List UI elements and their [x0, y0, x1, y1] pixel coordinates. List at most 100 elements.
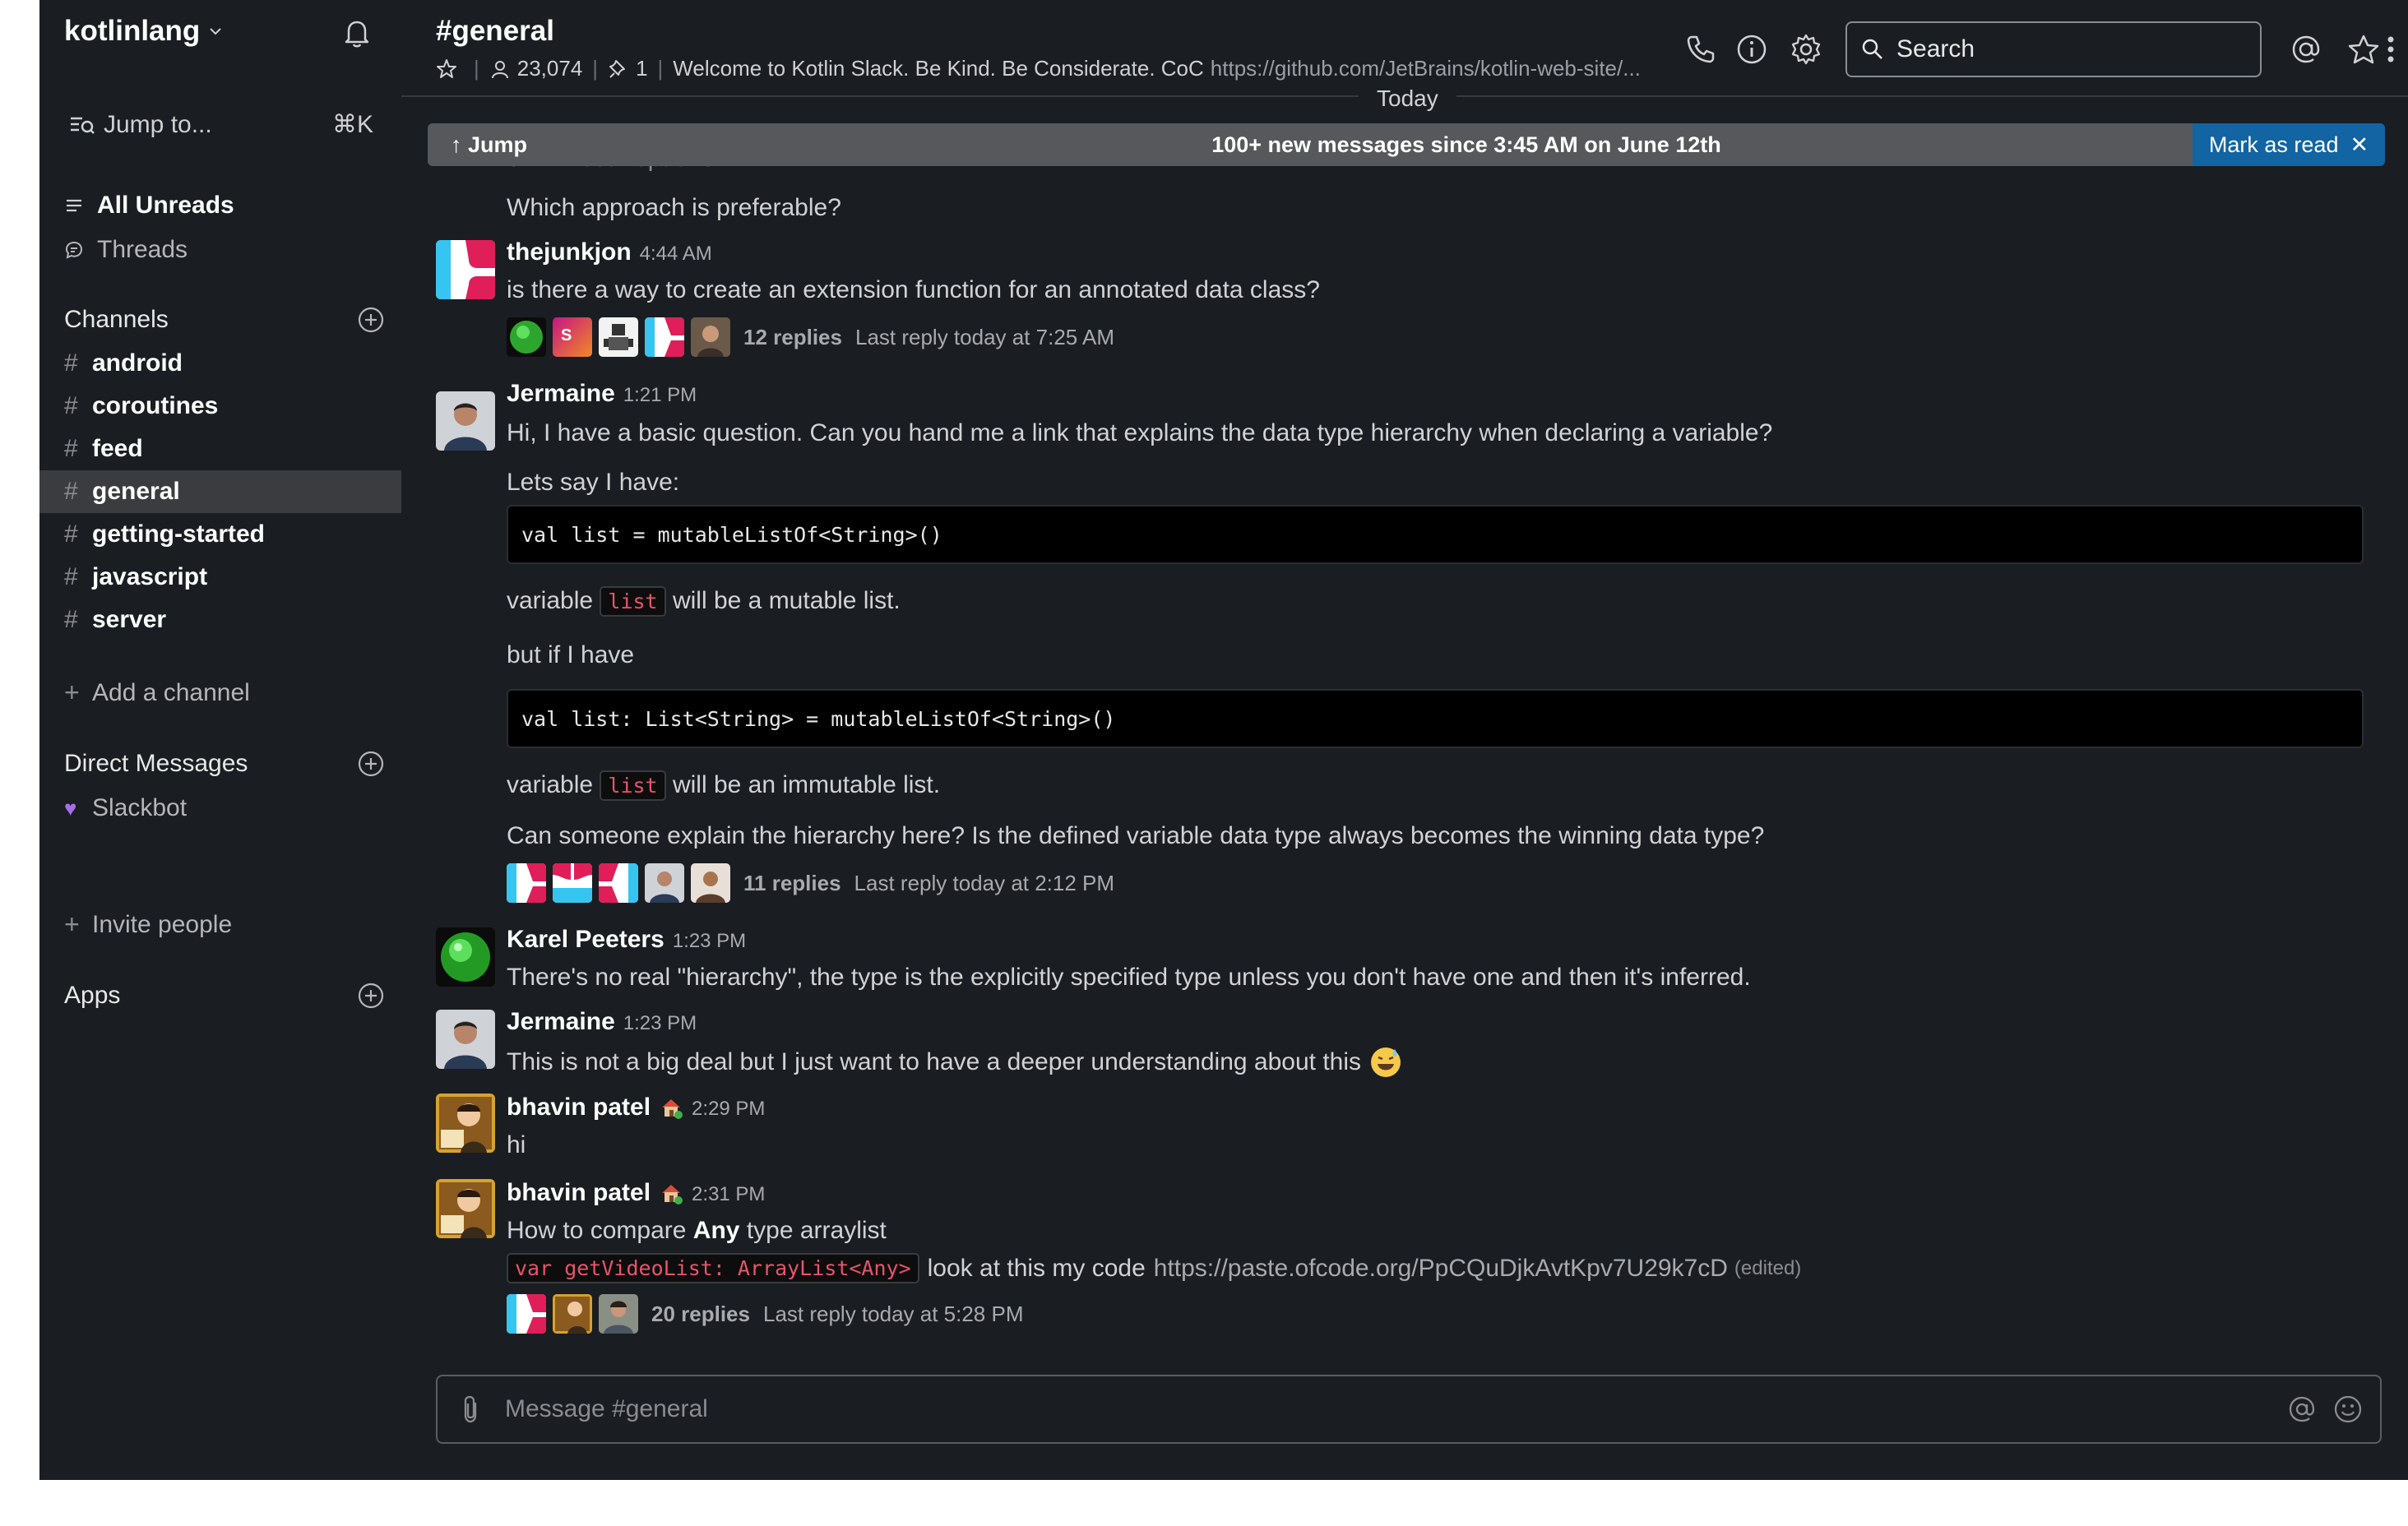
gear-icon[interactable] — [1790, 33, 1822, 66]
add-channel-plus-icon[interactable] — [357, 306, 385, 334]
info-icon[interactable] — [1735, 33, 1768, 66]
invite-people-button[interactable]: + Invite people — [64, 909, 232, 940]
channels-heading-label: Channels — [64, 306, 169, 333]
reply-avatar — [691, 317, 730, 357]
heart-icon: ♥ — [64, 795, 77, 821]
house-status-icon[interactable] — [659, 1181, 683, 1205]
all-unreads-item[interactable]: All Unreads — [64, 186, 393, 225]
reply-avatar — [599, 1294, 638, 1334]
jump-to-label: Jump to... — [104, 110, 212, 138]
jump-to-button[interactable]: Jump to... ⌘K — [69, 110, 373, 139]
message-text: variable list will be an immutable list. — [507, 770, 940, 801]
message-header: Jermaine 1:23 PM — [507, 1008, 697, 1036]
pin-count[interactable]: 1 — [636, 56, 647, 81]
message-time[interactable]: 2:31 PM — [692, 1183, 765, 1206]
reply-avatar — [553, 1294, 592, 1334]
direct-messages-heading[interactable]: Direct Messages — [64, 750, 385, 778]
message-text: Hi, I have a basic question. Can you han… — [507, 419, 1773, 446]
thread-summary[interactable]: 20 replies Last reply today at 5:28 PM — [507, 1294, 1024, 1334]
message-time[interactable]: 1:21 PM — [623, 384, 697, 407]
search-input[interactable]: Search — [1845, 21, 2262, 77]
inline-code: list — [600, 586, 666, 617]
channel-android[interactable]: # android — [39, 342, 401, 385]
mention-at-icon[interactable] — [2286, 1394, 2318, 1425]
channel-label: getting-started — [92, 520, 265, 548]
author-name[interactable]: Jermaine — [507, 1008, 615, 1036]
threads-item[interactable]: Threads — [64, 230, 393, 270]
apps-heading[interactable]: Apps — [64, 982, 385, 1010]
reply-count[interactable]: 11 replies — [743, 871, 841, 896]
channel-server[interactable]: # server — [39, 599, 401, 641]
message-list[interactable]: 3. Mix both options? Which approach is p… — [401, 0, 2408, 1365]
message-time[interactable]: 1:23 PM — [673, 930, 746, 953]
avatar[interactable] — [436, 1179, 495, 1238]
channel-pane: 3. Mix both options? Which approach is p… — [401, 0, 2408, 1480]
mentions-at-icon[interactable] — [2290, 33, 2322, 66]
reply-avatar — [599, 317, 638, 357]
all-unreads-label: All Unreads — [97, 192, 234, 219]
avatar[interactable] — [436, 1010, 495, 1069]
message-time[interactable]: 4:44 AM — [640, 243, 712, 266]
hash-icon: # — [64, 478, 78, 505]
message-header: bhavin patel 2:29 PM — [507, 1094, 765, 1121]
bell-icon[interactable] — [339, 15, 375, 51]
thread-summary[interactable]: S 12 replies Last reply today at 7:25 AM — [507, 317, 1114, 357]
channel-title[interactable]: #general — [436, 15, 554, 48]
message-time[interactable]: 1:23 PM — [623, 1012, 697, 1035]
paperclip-icon[interactable] — [456, 1394, 485, 1424]
house-status-icon[interactable] — [659, 1095, 683, 1120]
reply-count[interactable]: 12 replies — [743, 325, 842, 350]
author-name[interactable]: bhavin patel — [507, 1094, 651, 1121]
separator: | — [474, 56, 479, 81]
channels-heading[interactable]: Channels — [64, 306, 385, 334]
channel-javascript[interactable]: # javascript — [39, 556, 401, 599]
new-messages-text[interactable]: 100+ new messages since 3:45 AM on June … — [740, 132, 2193, 158]
message-text: Which approach is preferable? — [507, 194, 841, 221]
hash-icon: # — [64, 349, 78, 377]
add-dm-plus-icon[interactable] — [357, 750, 385, 778]
member-count[interactable]: 23,074 — [517, 56, 583, 81]
jump-shortcut: ⌘K — [331, 111, 373, 138]
workspace-switcher[interactable]: kotlinlang — [64, 15, 223, 48]
message-composer[interactable]: Message #general — [436, 1375, 2382, 1444]
channel-meta: | 23,074 | 1 | Welcome to Kotlin Slack. … — [436, 56, 1641, 81]
avatar[interactable] — [436, 391, 495, 451]
jump-button[interactable]: ↑ Jump — [428, 132, 740, 158]
phone-icon[interactable] — [1684, 33, 1717, 66]
message-time[interactable]: 2:29 PM — [692, 1098, 765, 1121]
channel-label: coroutines — [92, 392, 219, 419]
thread-summary[interactable]: 11 replies Last reply today at 2:12 PM — [507, 863, 1114, 903]
reply-avatar: S — [553, 317, 592, 357]
emoji-icon[interactable] — [2332, 1394, 2364, 1425]
lines-icon — [67, 199, 81, 212]
topic-link[interactable]: https://github.com/JetBrains/kotlin-web-… — [1211, 56, 1641, 81]
add-channel-button[interactable]: + Add a channel — [64, 677, 250, 708]
star-icon[interactable] — [436, 58, 457, 80]
author-name[interactable]: Karel Peeters — [507, 926, 665, 954]
add-app-plus-icon[interactable] — [357, 982, 385, 1010]
star-icon[interactable] — [2347, 33, 2380, 66]
paste-link[interactable]: https://paste.ofcode.org/PpCQuDjkAvtKpv7… — [1154, 1255, 1728, 1283]
sweat-smile-emoji-icon — [1371, 1047, 1401, 1077]
author-name[interactable]: bhavin patel — [507, 1179, 651, 1207]
reply-count[interactable]: 20 replies — [651, 1302, 750, 1327]
avatar[interactable] — [436, 240, 495, 299]
text-fragment: How to compare — [507, 1217, 687, 1244]
channel-coroutines[interactable]: # coroutines — [39, 385, 401, 428]
message-header: thejunkjon 4:44 AM — [507, 238, 712, 266]
dm-slackbot[interactable]: ♥ Slackbot — [64, 794, 187, 822]
author-name[interactable]: thejunkjon — [507, 238, 632, 266]
channel-getting-started[interactable]: # getting-started — [39, 513, 401, 556]
channel-general[interactable]: # general — [39, 470, 401, 513]
avatar[interactable] — [436, 927, 495, 987]
jump-label: Jump — [468, 132, 528, 157]
more-vertical-icon[interactable] — [2378, 33, 2403, 66]
channel-feed[interactable]: # feed — [39, 428, 401, 470]
avatar[interactable] — [436, 1094, 495, 1153]
new-messages-banner: ↑ Jump 100+ new messages since 3:45 AM o… — [428, 123, 2385, 166]
mark-as-read-button[interactable]: Mark as read ✕ — [2193, 123, 2385, 166]
slack-app: kotlinlang Jump to... ⌘K All Unreads Thr… — [39, 0, 2408, 1480]
message-text: is there a way to create an extension fu… — [507, 276, 1320, 303]
channel-label: general — [92, 478, 180, 505]
author-name[interactable]: Jermaine — [507, 380, 615, 408]
